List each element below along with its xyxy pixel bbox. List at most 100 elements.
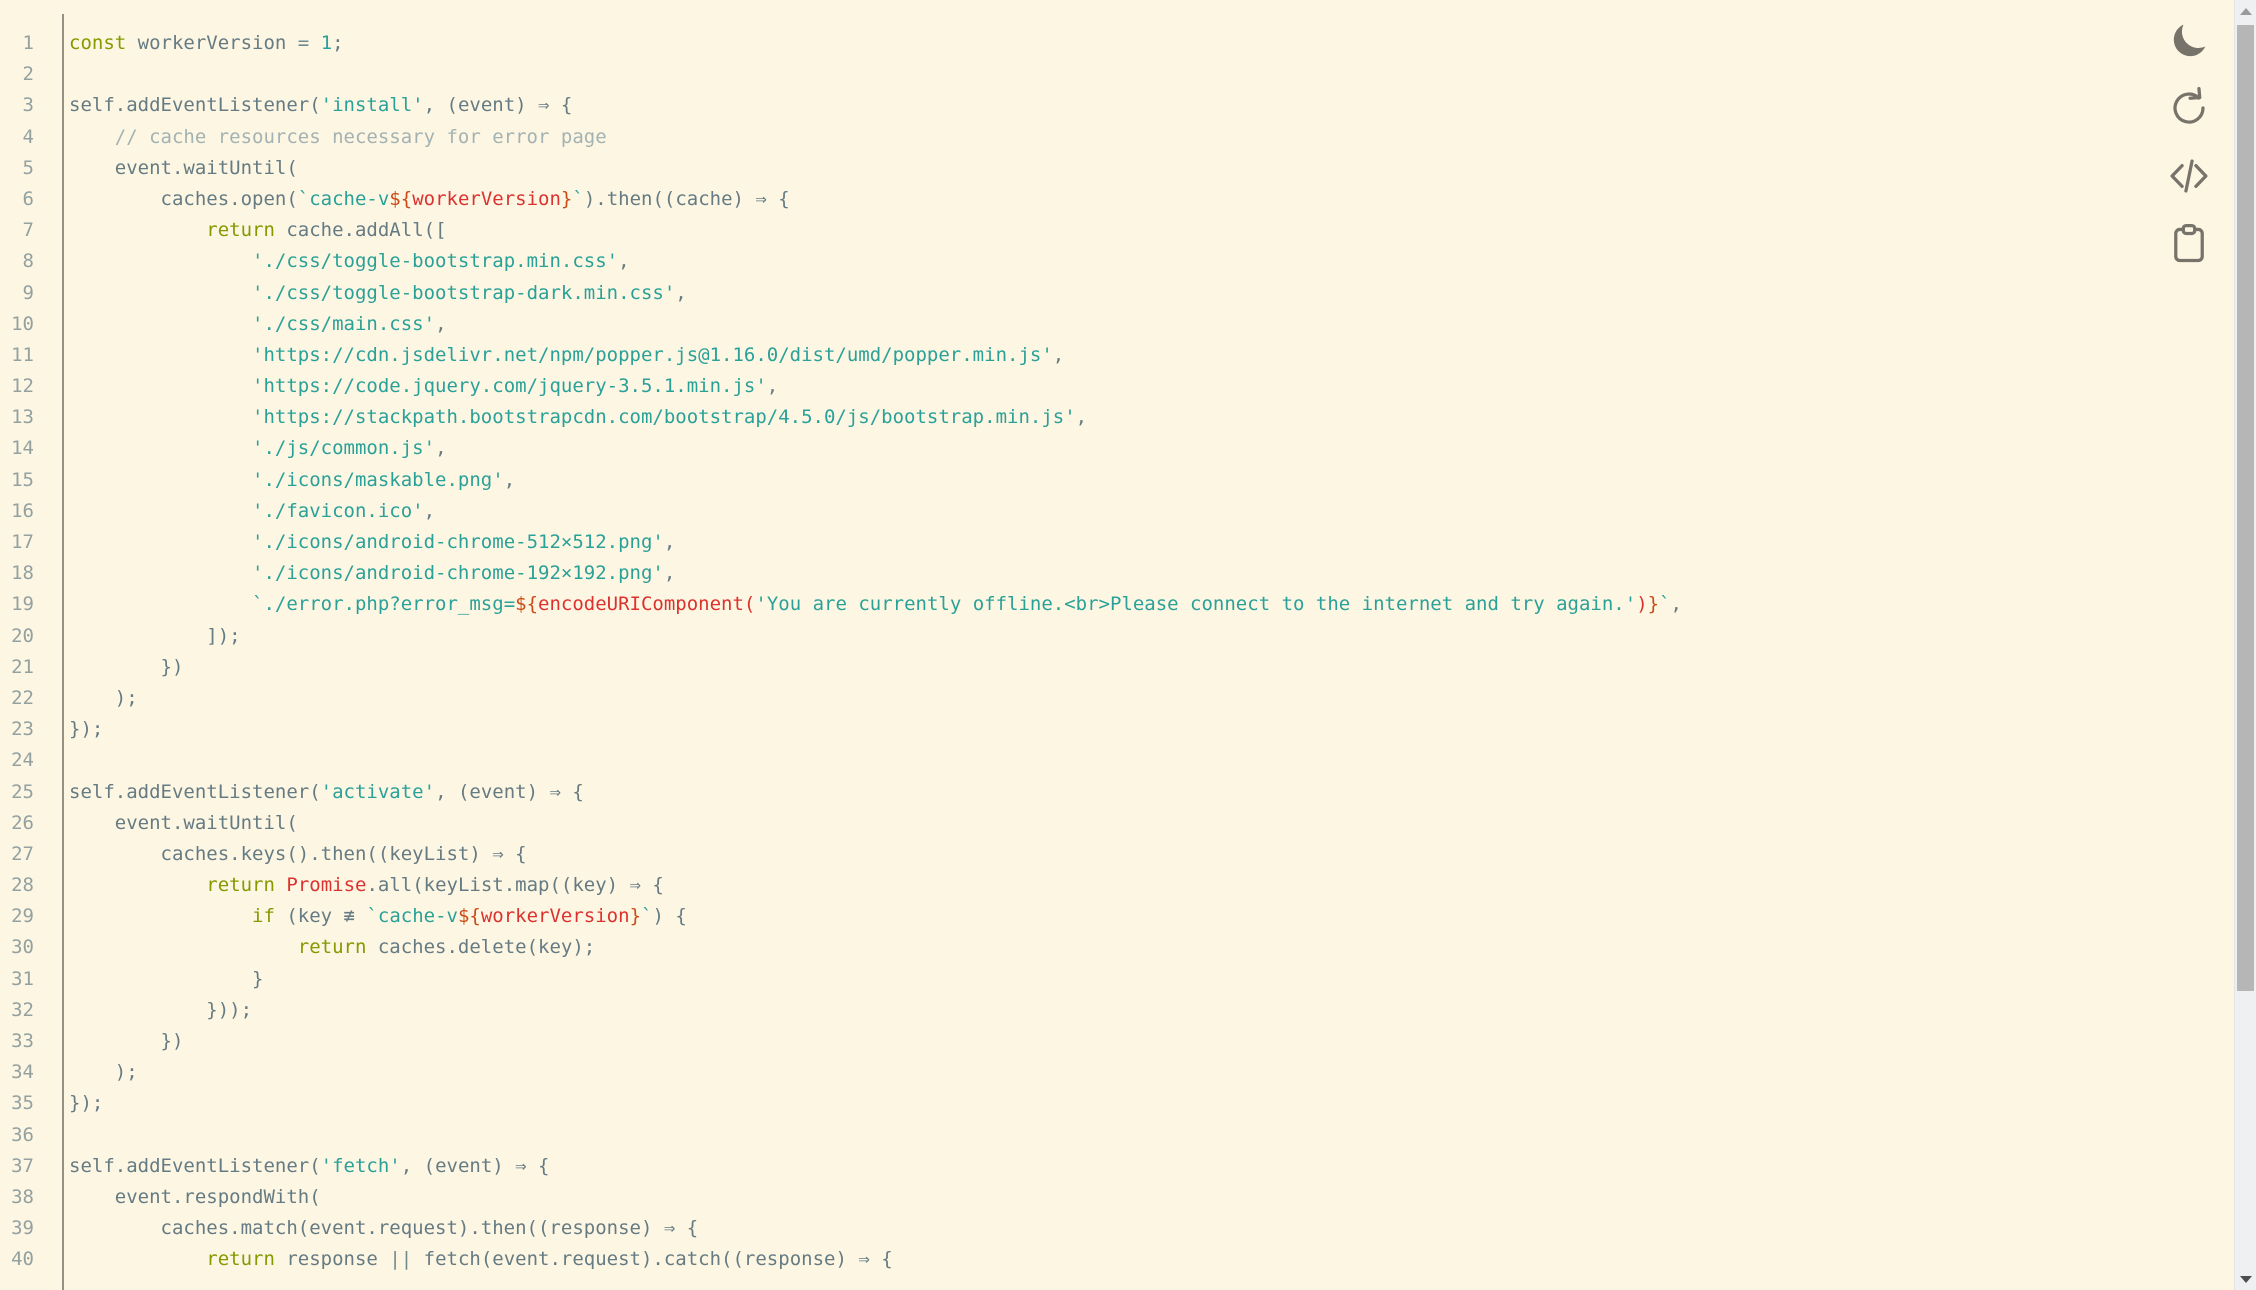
line-number: 31 [11,967,34,990]
code-line[interactable]: 25 self.addEventListener('activate', (eve… [0,777,2122,808]
copy-button[interactable] [2154,210,2224,278]
code-line[interactable]: 21 }) [0,652,2122,683]
code-token: ` [641,905,653,928]
code-token: } [629,905,642,928]
line-number: 28 [11,874,34,897]
scrollbar-up-arrow[interactable] [2235,0,2256,22]
code-line-text: './favicon.ico', [48,496,2122,527]
code-token: './js/common.js' [252,437,436,460]
code-line[interactable]: 10 './css/main.css', [0,309,2122,340]
line-number: 21 [11,655,34,678]
code-line[interactable]: 26 event.waitUntil( [0,808,2122,839]
scrollbar-down-arrow[interactable] [2235,1268,2256,1290]
line-number: 10 [11,312,34,335]
code-line[interactable]: 5 event.waitUntil( [0,153,2122,184]
code-token: , [1670,593,1682,616]
code-line[interactable]: 1 const workerVersion = 1; [0,28,2122,59]
code-line[interactable]: 35}); [0,1088,2122,1119]
code-token: workerVersion [412,187,561,210]
code-token: ` [572,187,584,210]
code-line[interactable]: 14 './js/common.js', [0,433,2122,464]
code-token: } [560,187,573,210]
code-line-text: return caches.delete(key); [48,932,2122,963]
reload-button[interactable] [2154,74,2224,142]
code-token: , [1075,406,1088,429]
code-line[interactable]: 8 './css/toggle-bootstrap.min.css', [0,246,2122,277]
code-token: } [1647,593,1660,616]
code-line-text: return response || fetch(event.request).… [48,1244,2122,1275]
line-number: 6 [22,187,34,210]
code-line[interactable]: 18 './icons/android-chrome-192×192.png', [0,558,2122,589]
code-line[interactable]: 36 [0,1120,2122,1151]
code-token: (key ≢ [274,905,367,928]
code-token: encodeURIComponent( [538,593,756,616]
code-line[interactable]: 3 self.addEventListener('install', (event… [0,90,2122,121]
code-line[interactable]: 12 'https://code.jquery.com/jquery-3.5.1… [0,371,2122,402]
vertical-scrollbar[interactable] [2234,0,2256,1290]
code-line[interactable]: 9 './css/toggle-bootstrap-dark.min.css', [0,278,2122,309]
line-number: 38 [11,1185,34,1208]
code-line[interactable]: 20 ]); [0,621,2122,652]
code-line[interactable]: 24 [0,745,2122,776]
code-line[interactable]: 40 return response || fetch(event.reques… [0,1244,2122,1275]
code-line[interactable]: 38 event.respondWith( [0,1182,2122,1213]
code-line[interactable]: 27 caches.keys().then((keyList) ⇒ { [0,839,2122,870]
code-line-text: event.respondWith( [48,1182,2122,1213]
code-line[interactable]: 19 `./error.php?error_msg=${encodeURICom… [0,589,2122,620]
code-line[interactable]: 33 }) [0,1026,2122,1057]
line-number: 22 [11,686,34,709]
code-line[interactable]: 32 })); [0,995,2122,1026]
code-token: const [69,32,127,54]
code-token: return [206,1248,275,1271]
code-line-text: })); [48,995,2122,1026]
code-line[interactable]: 39 caches.match(event.request).then((res… [0,1213,2122,1244]
code-token: , [503,468,516,491]
code-line[interactable]: 7 return cache.addAll([ [0,215,2122,246]
code-line[interactable]: 37 self.addEventListener('fetch', (event)… [0,1151,2122,1182]
code-token: self.addEventListener( [69,1154,321,1177]
code-line-text: './css/main.css', [48,309,2122,340]
code-token: ${ [515,593,539,616]
code-line[interactable]: 16 './favicon.ico', [0,496,2122,527]
scrollbar-thumb[interactable] [2237,24,2254,991]
code-token: , [1052,343,1065,366]
code-token: 'https://code.jquery.com/jquery-3.5.1.mi… [252,375,767,398]
code-line[interactable]: 28 return Promise.all(keyList.map((key) … [0,870,2122,901]
code-token: self.addEventListener( [69,94,321,117]
code-line-text: self.addEventListener('activate', (event… [48,777,2122,808]
code-line-text: event.waitUntil( [48,153,2122,184]
line-number: 1 [22,32,34,54]
code-line[interactable]: 17 './icons/android-chrome-512×512.png', [0,527,2122,558]
code-token: , [766,375,779,398]
code-line[interactable]: 30 return caches.delete(key); [0,932,2122,963]
code-viewer[interactable]: 1 const workerVersion = 1; 2 3 self.addEvent… [0,0,2122,1290]
code-line[interactable]: 31 } [0,964,2122,995]
code-token: 'install' [320,94,424,117]
code-token: caches.keys().then((keyList) ⇒ { [69,842,527,865]
code-line[interactable]: 4 // cache resources necessary for error… [0,122,2122,153]
code-line[interactable]: 11 'https://cdn.jsdelivr.net/npm/popper.… [0,340,2122,371]
code-line[interactable]: 2 [0,59,2122,90]
dark-mode-toggle[interactable] [2154,6,2224,74]
line-number: 14 [11,437,34,460]
code-line[interactable]: 13 'https://stackpath.bootstrapcdn.com/b… [0,402,2122,433]
code-token: './favicon.ico' [252,499,424,522]
code-token: './icons/android-chrome-512×512.png' [252,531,664,553]
code-token: event.respondWith( [69,1185,321,1208]
code-icon [2166,153,2212,199]
view-source-button[interactable] [2154,142,2224,210]
code-line[interactable]: 22 ); [0,683,2122,714]
code-token: 'activate' [320,780,436,803]
line-number: 3 [22,94,34,117]
code-line[interactable]: 6 caches.open(`cache-v${workerVersion}`)… [0,184,2122,215]
app-root: 1 const workerVersion = 1; 2 3 self.addEvent… [0,0,2256,1290]
code-line[interactable]: 29 if (key ≢ `cache-v${workerVersion}`) … [0,901,2122,932]
code-line[interactable]: 34 ); [0,1057,2122,1088]
code-token: , [663,531,676,553]
code-line[interactable]: 23}); [0,714,2122,745]
code-line[interactable]: 15 './icons/maskable.png', [0,465,2122,496]
